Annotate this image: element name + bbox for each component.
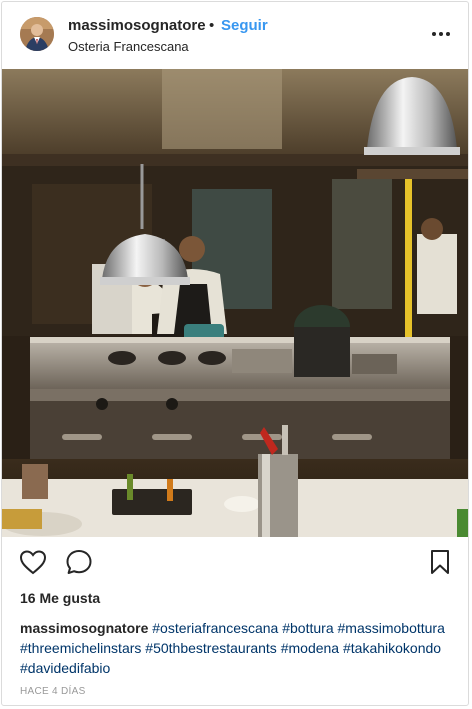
separator-dot: •: [209, 17, 215, 34]
heart-icon[interactable]: [18, 547, 48, 581]
post-photo[interactable]: [2, 69, 468, 537]
post-timestamp[interactable]: HACE 4 DÍAS: [20, 686, 86, 697]
user-avatar-icon: [20, 17, 54, 51]
kitchen-photo-image: [2, 69, 468, 537]
follow-button[interactable]: Seguir: [221, 17, 268, 34]
hashtag-link[interactable]: #modena: [281, 640, 339, 656]
hashtag-link[interactable]: #bottura: [282, 620, 333, 636]
username[interactable]: massimosognatore: [68, 17, 206, 34]
hashtag-link[interactable]: #osteriafrancescana: [152, 620, 278, 636]
hashtag-link[interactable]: #50thbestrestaurants: [145, 640, 277, 656]
post-caption: massimosognatore #osteriafrancescana #bo…: [20, 618, 450, 678]
likes-count[interactable]: 16 Me gusta: [20, 590, 100, 606]
hashtag-link[interactable]: #davidedifabio: [20, 660, 110, 676]
caption-username[interactable]: massimosognatore: [20, 620, 148, 636]
post-header: massimosognatore • Seguir Osteria France…: [2, 2, 468, 68]
post-card: massimosognatore • Seguir Osteria France…: [1, 1, 469, 706]
hashtag-link[interactable]: #threemichelinstars: [20, 640, 141, 656]
comment-bubble-icon[interactable]: [64, 547, 94, 581]
hashtag-link[interactable]: #takahikokondo: [343, 640, 441, 656]
location-link[interactable]: Osteria Francescana: [68, 39, 189, 54]
action-bar: [2, 547, 468, 587]
avatar[interactable]: [20, 17, 54, 51]
bookmark-icon[interactable]: [425, 547, 455, 581]
more-options-icon[interactable]: [430, 26, 452, 42]
hashtag-link[interactable]: #massimobottura: [338, 620, 445, 636]
